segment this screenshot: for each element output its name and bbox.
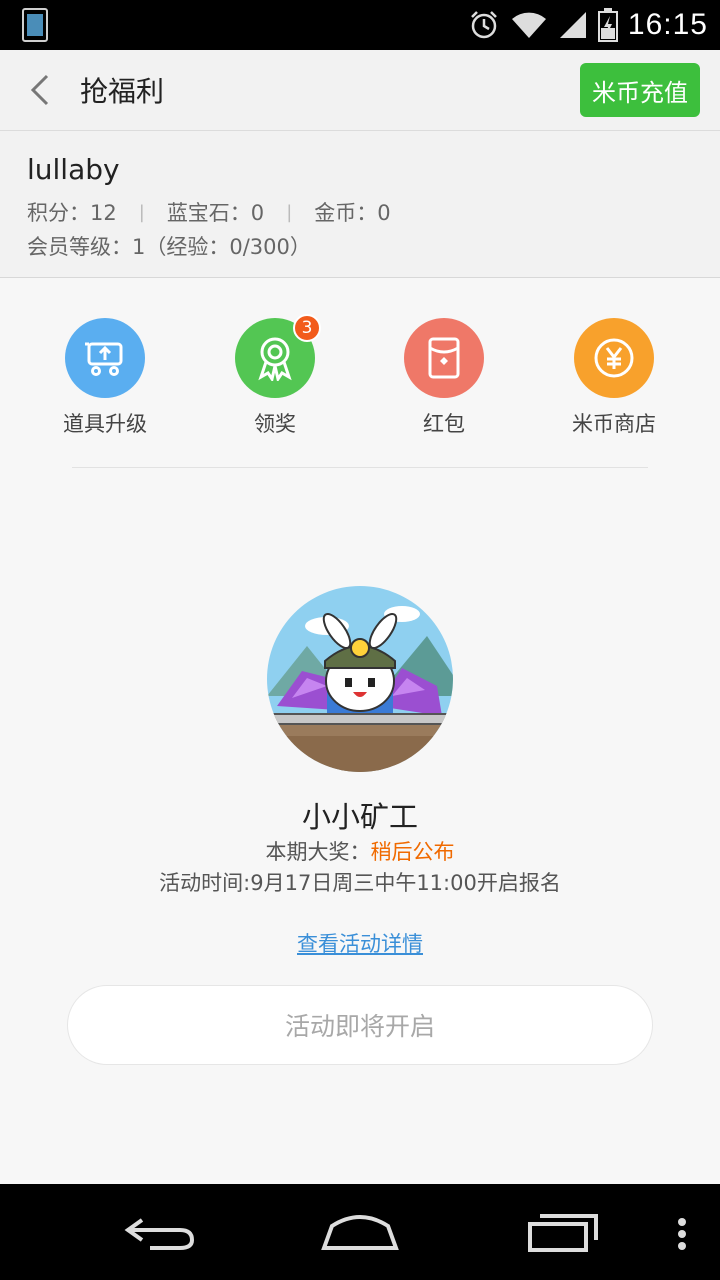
activity-time: 活动时间:9月17日周三中午11:00开启报名 bbox=[159, 871, 561, 895]
feature-grid: 道具升级 3 领奖 红包 米币商店 bbox=[0, 314, 720, 438]
chevron-left-icon bbox=[30, 74, 49, 106]
gold-value: 金币：0 bbox=[314, 201, 391, 225]
award-ribbon-icon: 3 bbox=[235, 314, 321, 398]
points-value: 积分：12 bbox=[27, 201, 117, 225]
cart-upgrade-icon bbox=[65, 318, 145, 398]
status-bar: 16:15 bbox=[0, 0, 720, 50]
yuan-coin-icon bbox=[574, 318, 654, 398]
prize-label: 本期大奖： bbox=[265, 840, 371, 864]
member-level: 会员等级：1（经验：0/300） bbox=[27, 235, 311, 259]
feature-item-red-envelope[interactable]: 红包 bbox=[364, 318, 524, 438]
page-title: 抢福利 bbox=[80, 75, 165, 108]
signal-icon bbox=[559, 12, 586, 38]
feature-item-award[interactable]: 3 领奖 bbox=[195, 314, 355, 438]
feature-label: 领奖 bbox=[254, 412, 296, 436]
feature-label: 米币商店 bbox=[572, 412, 656, 436]
home-nav-icon[interactable] bbox=[318, 1202, 402, 1262]
activity-detail-link[interactable]: 查看活动详情 bbox=[0, 928, 720, 958]
stats-separator: | bbox=[138, 201, 145, 223]
award-count-badge: 3 bbox=[293, 314, 321, 342]
sapphire-value: 蓝宝石：0 bbox=[166, 201, 265, 225]
battery-icon bbox=[597, 8, 618, 42]
red-envelope-icon bbox=[404, 318, 484, 398]
prize-value: 稍后公布 bbox=[370, 840, 455, 864]
feature-label: 道具升级 bbox=[63, 412, 147, 436]
activity-title: 小小矿工 bbox=[301, 800, 418, 834]
stats-separator: | bbox=[286, 201, 293, 223]
prize-info: 本期大奖：稍后公布 bbox=[0, 836, 720, 866]
user-info-panel: lullaby 积分：12 | 蓝宝石：0 | 金币：0 会员等级：1（经验：0… bbox=[0, 131, 720, 278]
username: lullaby bbox=[27, 153, 120, 186]
system-nav-bar bbox=[0, 1184, 720, 1280]
section-divider bbox=[72, 467, 648, 468]
recent-apps-icon[interactable] bbox=[522, 1202, 606, 1262]
overflow-menu-icon[interactable] bbox=[670, 1202, 694, 1262]
activity-start-button[interactable]: 活动即将开启 bbox=[67, 985, 653, 1065]
status-time: 16:15 bbox=[627, 8, 708, 41]
app-notification-icon bbox=[22, 8, 48, 42]
recharge-button[interactable]: 米币充值 bbox=[580, 63, 700, 117]
back-nav-icon[interactable] bbox=[120, 1202, 200, 1262]
feature-item-coin-shop[interactable]: 米币商店 bbox=[534, 318, 694, 438]
wifi-icon bbox=[511, 12, 546, 38]
miner-game-avatar bbox=[267, 586, 453, 772]
feature-label: 红包 bbox=[423, 412, 465, 436]
user-stats: 积分：12 | 蓝宝石：0 | 金币：0 bbox=[27, 197, 391, 227]
app-header: 抢福利 米币充值 bbox=[0, 50, 720, 131]
alarm-icon bbox=[471, 11, 497, 39]
back-button[interactable] bbox=[20, 68, 64, 112]
feature-item-upgrade[interactable]: 道具升级 bbox=[25, 318, 185, 438]
